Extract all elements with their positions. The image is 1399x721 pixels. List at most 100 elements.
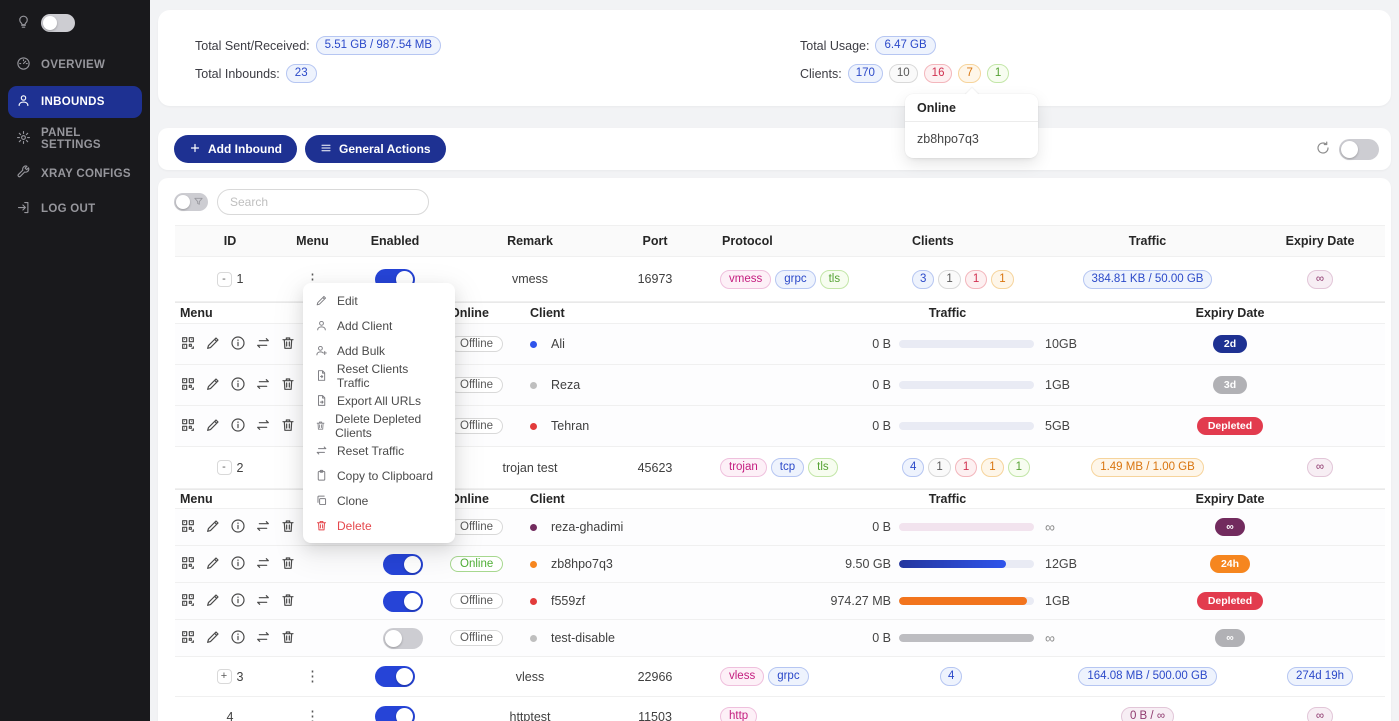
info-icon[interactable]	[230, 376, 246, 395]
clients-online-badge[interactable]: 1	[987, 64, 1009, 83]
total-usage-label: Total Usage:	[800, 39, 869, 53]
menu-item-add-bulk[interactable]: Add Bulk	[303, 338, 455, 363]
expiry-badge: ∞	[1215, 629, 1245, 647]
table-header-row: ID Menu Enabled Remark Port Protocol Cli…	[175, 225, 1385, 257]
menu-item-clone[interactable]: Clone	[303, 488, 455, 513]
menu-item-copy-to-clipboard[interactable]: Copy to Clipboard	[303, 463, 455, 488]
search-input[interactable]	[217, 189, 429, 215]
col-client-traffic: Traffic	[820, 492, 1075, 506]
qr-code-icon[interactable]	[180, 335, 196, 354]
client-enabled-toggle[interactable]	[383, 554, 423, 575]
expand-button[interactable]: +	[217, 669, 232, 684]
auto-refresh-toggle[interactable]	[1339, 139, 1379, 160]
filter-toggle[interactable]	[174, 193, 208, 211]
edit-icon[interactable]	[205, 335, 221, 354]
file-reset-icon	[315, 369, 328, 382]
qr-code-icon[interactable]	[180, 592, 196, 611]
refresh-icon[interactable]	[1315, 140, 1331, 159]
traffic-limit: 1GB	[1045, 594, 1075, 608]
total-inbounds-value: 23	[286, 64, 317, 83]
reset-traffic-icon[interactable]	[255, 518, 271, 537]
menu-item-export-all-urls[interactable]: Export All URLs	[303, 388, 455, 413]
sidebar-item-log-out[interactable]: LOG OUT	[8, 195, 142, 223]
row-menu-icon[interactable]: ⋮	[305, 669, 320, 684]
info-icon[interactable]	[230, 555, 246, 574]
edit-icon[interactable]	[205, 518, 221, 537]
client-color-dot	[530, 524, 537, 531]
menu-item-delete[interactable]: Delete	[303, 513, 455, 538]
reset-traffic-icon[interactable]	[255, 335, 271, 354]
delete-icon[interactable]	[280, 518, 296, 537]
col-expiry: Expiry Date	[1255, 234, 1385, 248]
reset-traffic-icon[interactable]	[255, 417, 271, 436]
status-badge: Online	[450, 556, 503, 572]
reset-traffic-icon[interactable]	[255, 376, 271, 395]
traffic-limit: 10GB	[1045, 337, 1075, 351]
add-inbound-button[interactable]: Add Inbound	[174, 135, 297, 163]
clients-count-badge: 1	[981, 458, 1003, 477]
inbound-enabled-toggle[interactable]	[375, 666, 415, 687]
clients-depleted-badge[interactable]: 16	[924, 64, 953, 83]
traffic-pill: 164.08 MB / 500.00 GB	[1078, 667, 1216, 686]
delete-icon[interactable]	[280, 592, 296, 611]
stats-card: Total Sent/Received: 5.51 GB / 987.54 MB…	[158, 10, 1391, 106]
delete-icon[interactable]	[280, 376, 296, 395]
inbound-id: 3	[237, 670, 244, 684]
qr-code-icon[interactable]	[180, 518, 196, 537]
qr-code-icon[interactable]	[180, 417, 196, 436]
info-icon[interactable]	[230, 518, 246, 537]
client-row-f559zf: Offline f559zf 974.27 MB 1GB Depleted	[175, 583, 1385, 620]
edit-icon[interactable]	[205, 629, 221, 648]
menu-item-edit[interactable]: Edit	[303, 288, 455, 313]
delete-icon[interactable]	[280, 417, 296, 436]
info-icon[interactable]	[230, 417, 246, 436]
inbound-enabled-toggle[interactable]	[375, 706, 415, 721]
sidebar-item-overview[interactable]: OVERVIEW	[8, 51, 142, 79]
edit-icon[interactable]	[205, 376, 221, 395]
theme-toggle[interactable]	[41, 14, 75, 32]
row-menu-icon[interactable]: ⋮	[305, 709, 320, 721]
info-icon[interactable]	[230, 592, 246, 611]
edit-icon[interactable]	[205, 592, 221, 611]
menu-item-reset-clients-traffic[interactable]: Reset Clients Traffic	[303, 363, 455, 388]
delete-icon[interactable]	[280, 335, 296, 354]
edit-icon[interactable]	[205, 555, 221, 574]
status-badge: Offline	[450, 630, 503, 646]
clients-deactive-badge[interactable]: 10	[889, 64, 918, 83]
edit-icon[interactable]	[205, 417, 221, 436]
inbound-port: 22966	[610, 670, 700, 684]
clients-count-badge: 1	[991, 270, 1013, 289]
info-icon[interactable]	[230, 629, 246, 648]
info-icon[interactable]	[230, 335, 246, 354]
menu-item-reset-traffic[interactable]: Reset Traffic	[303, 438, 455, 463]
traffic-bar	[899, 597, 1034, 605]
inbound-id: 4	[227, 710, 234, 721]
client-color-dot	[530, 561, 537, 568]
theme-bulb-icon	[16, 14, 31, 32]
qr-code-icon[interactable]	[180, 376, 196, 395]
sidebar: OVERVIEW INBOUNDS PANEL SETTINGS XRAY CO…	[0, 0, 150, 721]
collapse-button[interactable]: -	[217, 460, 232, 475]
general-actions-button[interactable]: General Actions	[305, 135, 446, 163]
overview-icon	[16, 56, 31, 74]
sidebar-item-panel-settings[interactable]: PANEL SETTINGS	[8, 125, 142, 153]
logout-icon	[16, 200, 31, 218]
client-enabled-toggle[interactable]	[383, 628, 423, 649]
reset-traffic-icon[interactable]	[255, 629, 271, 648]
menu-item-delete-depleted-clients[interactable]: Delete Depleted Clients	[303, 413, 455, 438]
clients-total-badge[interactable]: 170	[848, 64, 883, 83]
collapse-button[interactable]: -	[217, 272, 232, 287]
sidebar-item-xray-configs[interactable]: XRAY CONFIGS	[8, 160, 142, 188]
clients-expiring-badge[interactable]: 7	[958, 64, 980, 83]
client-color-dot	[530, 341, 537, 348]
reset-traffic-icon[interactable]	[255, 555, 271, 574]
qr-code-icon[interactable]	[180, 555, 196, 574]
client-enabled-toggle[interactable]	[383, 591, 423, 612]
menu-item-add-client[interactable]: Add Client	[303, 313, 455, 338]
qr-code-icon[interactable]	[180, 629, 196, 648]
col-clients: Clients	[860, 234, 1040, 248]
reset-traffic-icon[interactable]	[255, 592, 271, 611]
delete-icon[interactable]	[280, 629, 296, 648]
delete-icon[interactable]	[280, 555, 296, 574]
sidebar-item-inbounds[interactable]: INBOUNDS	[8, 86, 142, 118]
